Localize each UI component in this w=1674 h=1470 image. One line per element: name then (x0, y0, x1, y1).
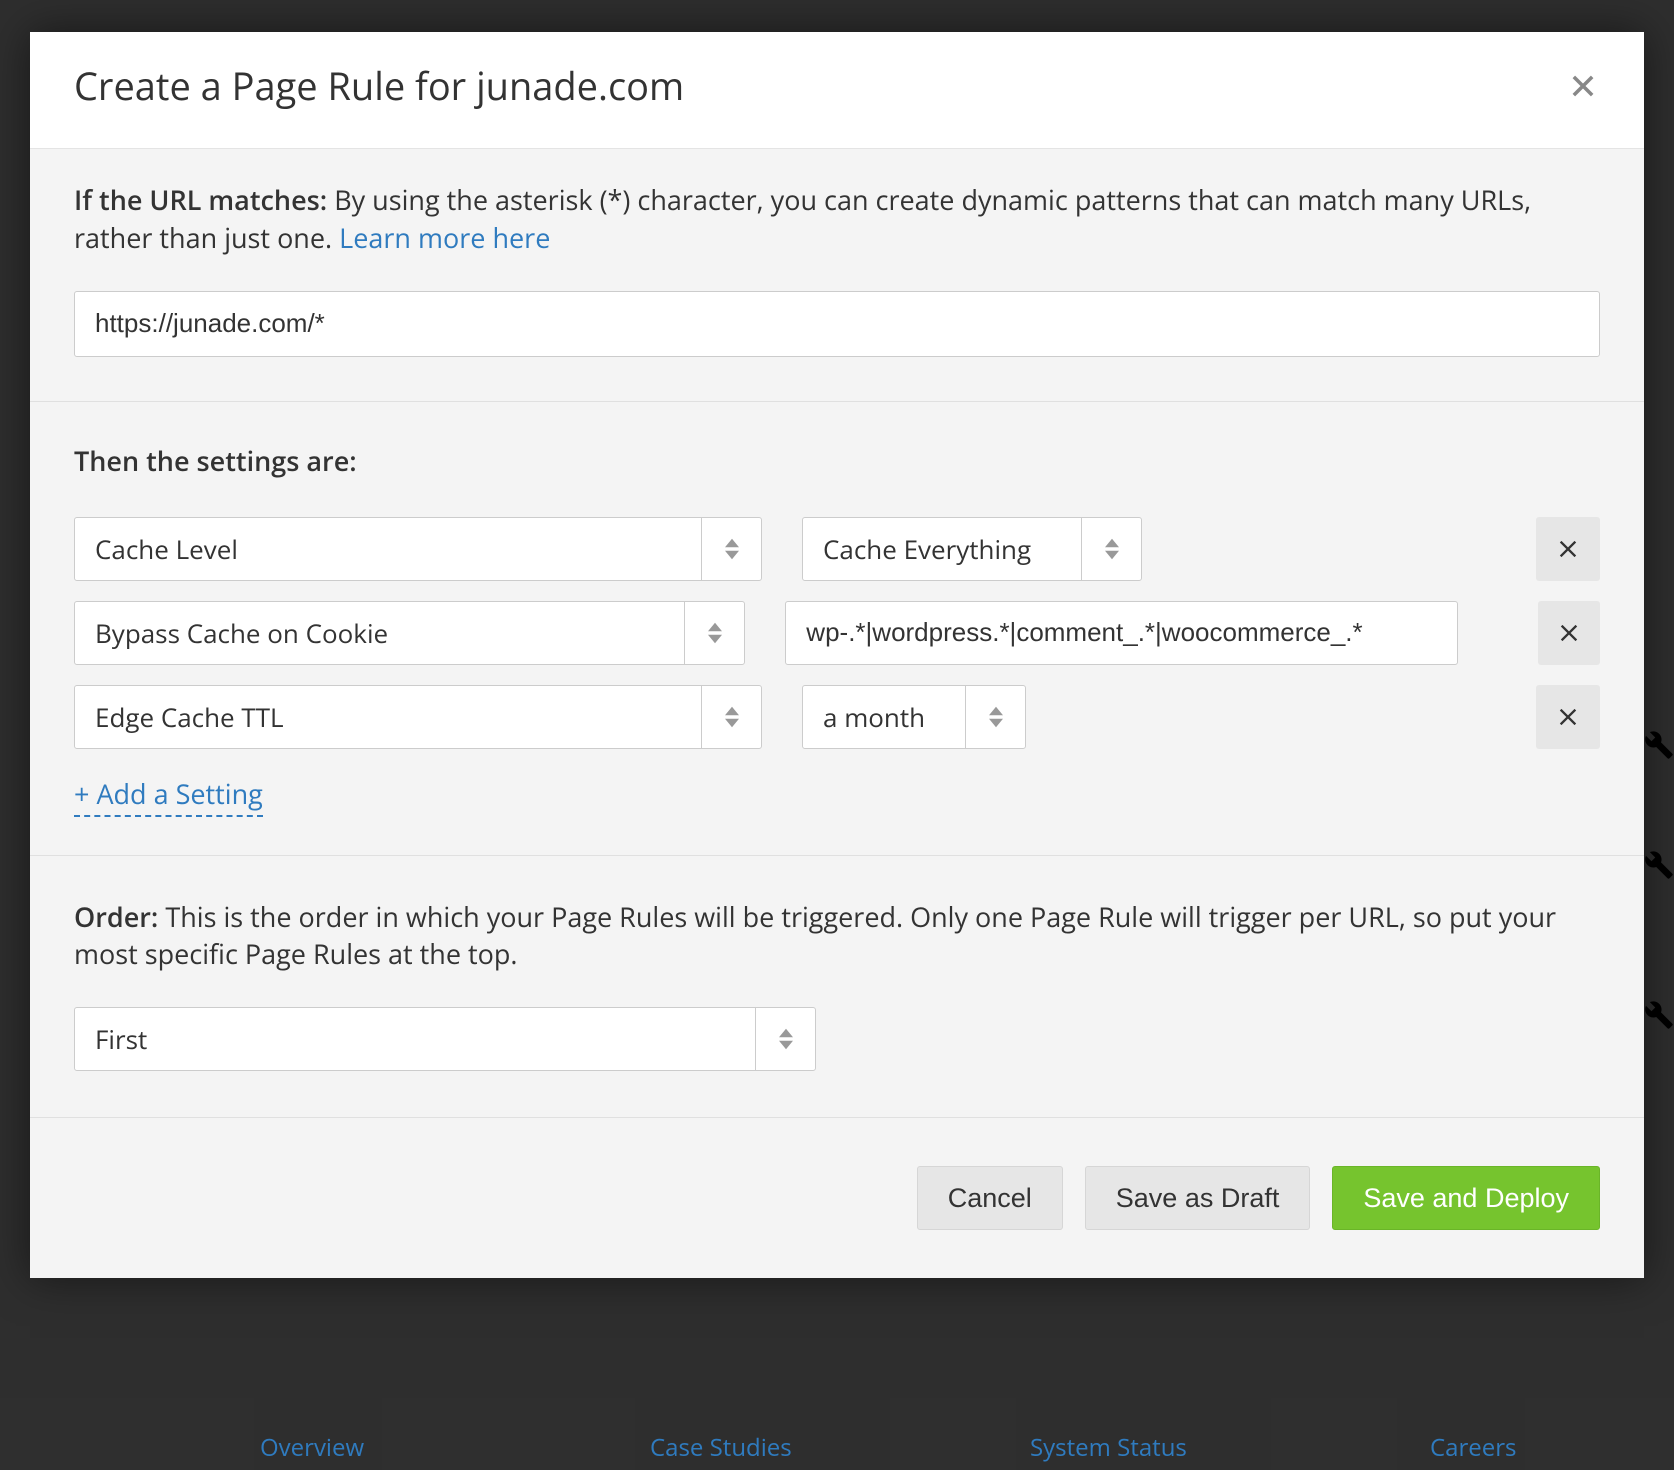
order-label: Order: (74, 898, 158, 935)
settings-section: Then the settings are: Cache Level Cache… (30, 402, 1644, 856)
cancel-button[interactable]: Cancel (917, 1166, 1063, 1230)
setting-type-select[interactable]: Bypass Cache on Cookie (74, 601, 745, 665)
settings-label: Then the settings are: (74, 442, 1600, 479)
page-rule-modal: Create a Page Rule for junade.com If the… (30, 32, 1644, 1278)
setting-type-value: Edge Cache TTL (75, 686, 701, 748)
modal-footer: Cancel Save as Draft Save and Deploy (30, 1118, 1644, 1278)
modal-title: Create a Page Rule for junade.com (74, 60, 684, 112)
setting-value-select[interactable]: a month (802, 685, 1026, 749)
close-icon[interactable] (1566, 69, 1600, 103)
sort-icon (755, 1008, 815, 1070)
sort-icon (701, 518, 761, 580)
wrench-icon (1644, 730, 1674, 760)
remove-setting-button[interactable] (1536, 685, 1600, 749)
save-draft-button[interactable]: Save as Draft (1085, 1166, 1311, 1230)
sort-icon (684, 602, 744, 664)
setting-type-value: Bypass Cache on Cookie (75, 602, 684, 664)
url-pattern-input[interactable] (74, 291, 1600, 357)
setting-value: a month (803, 686, 965, 748)
order-description: Order: This is the order in which your P… (74, 898, 1600, 974)
remove-setting-button[interactable] (1536, 517, 1600, 581)
url-match-description: If the URL matches: By using the asteris… (74, 181, 1600, 257)
url-match-label: If the URL matches: (74, 181, 327, 218)
setting-row-cache-level: Cache Level Cache Everything (74, 517, 1600, 581)
order-section: Order: This is the order in which your P… (30, 856, 1644, 1119)
url-match-section: If the URL matches: By using the asteris… (30, 149, 1644, 402)
setting-row-edge-cache-ttl: Edge Cache TTL a month (74, 685, 1600, 749)
setting-value-select[interactable]: Cache Everything (802, 517, 1142, 581)
add-setting-button[interactable]: + Add a Setting (74, 775, 263, 817)
sort-icon (1081, 518, 1141, 580)
save-deploy-button[interactable]: Save and Deploy (1332, 1166, 1600, 1230)
setting-row-bypass-cache: Bypass Cache on Cookie (74, 601, 1600, 665)
wrench-icon (1644, 1000, 1674, 1030)
bg-link-system-status: System Status (1030, 1431, 1187, 1464)
setting-type-select[interactable]: Edge Cache TTL (74, 685, 762, 749)
remove-setting-button[interactable] (1538, 601, 1600, 665)
bg-link-case-studies: Case Studies (650, 1431, 792, 1464)
order-text: This is the order in which your Page Rul… (74, 898, 1556, 973)
learn-more-link[interactable]: Learn more here (339, 219, 550, 256)
order-value: First (75, 1008, 755, 1070)
bg-link-careers: Careers (1430, 1431, 1516, 1464)
setting-type-value: Cache Level (75, 518, 701, 580)
order-select[interactable]: First (74, 1007, 816, 1071)
setting-value: Cache Everything (803, 518, 1081, 580)
setting-value-input[interactable] (785, 601, 1457, 665)
bg-link-overview: Overview (260, 1431, 364, 1464)
sort-icon (701, 686, 761, 748)
setting-type-select[interactable]: Cache Level (74, 517, 762, 581)
wrench-icon (1644, 850, 1674, 880)
modal-header: Create a Page Rule for junade.com (30, 32, 1644, 149)
sort-icon (965, 686, 1025, 748)
